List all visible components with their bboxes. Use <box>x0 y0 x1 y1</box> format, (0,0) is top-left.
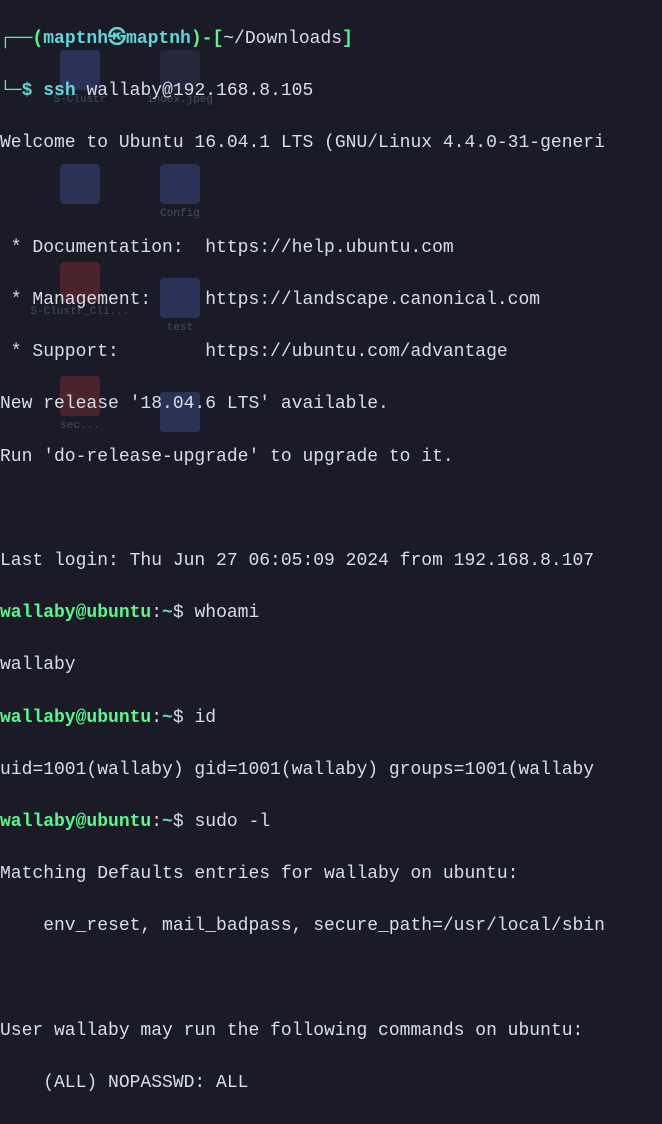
remote-prompt-3: wallaby@ubuntu:~$ sudo -l <box>0 809 662 835</box>
sudo-output-3: User wallaby may run the following comma… <box>0 1018 662 1044</box>
upgrade-line: Run 'do-release-upgrade' to upgrade to i… <box>0 444 662 470</box>
ssh-arg: wallaby@192.168.8.105 <box>76 81 314 101</box>
blank-line <box>0 965 662 991</box>
sudo-output-1: Matching Defaults entries for wallaby on… <box>0 861 662 887</box>
sudo-output-2: env_reset, mail_badpass, secure_path=/us… <box>0 913 662 939</box>
ssh-cmd: ssh <box>43 81 75 101</box>
remote-prompt-2: wallaby@ubuntu:~$ id <box>0 705 662 731</box>
cmd-sudo: sudo -l <box>194 812 270 832</box>
prompt-line-2: └─$ ssh wallaby@192.168.8.105 <box>0 78 662 104</box>
cmd-id: id <box>194 708 216 728</box>
blank-line <box>0 183 662 209</box>
whoami-output: wallaby <box>0 652 662 678</box>
welcome-line: Welcome to Ubuntu 16.04.1 LTS (GNU/Linux… <box>0 130 662 156</box>
remote-prompt-1: wallaby@ubuntu:~$ whoami <box>0 600 662 626</box>
release-line: New release '18.04.6 LTS' available. <box>0 391 662 417</box>
mgmt-line: * Management: https://landscape.canonica… <box>0 287 662 313</box>
sup-line: * Support: https://ubuntu.com/advantage <box>0 339 662 365</box>
id-output: uid=1001(wallaby) gid=1001(wallaby) grou… <box>0 757 662 783</box>
terminal[interactable]: ┌──(maptnh㉿maptnh)-[~/Downloads] └─$ ssh… <box>0 0 662 1124</box>
sudo-output-4: (ALL) NOPASSWD: ALL <box>0 1070 662 1096</box>
remote-prompt-4: wallaby@ubuntu:~$ <box>0 1122 662 1124</box>
cmd-whoami: whoami <box>194 603 259 623</box>
lastlogin-line: Last login: Thu Jun 27 06:05:09 2024 fro… <box>0 548 662 574</box>
blank-line <box>0 496 662 522</box>
prompt-line-1: ┌──(maptnh㉿maptnh)-[~/Downloads] <box>0 26 662 52</box>
doc-line: * Documentation: https://help.ubuntu.com <box>0 235 662 261</box>
